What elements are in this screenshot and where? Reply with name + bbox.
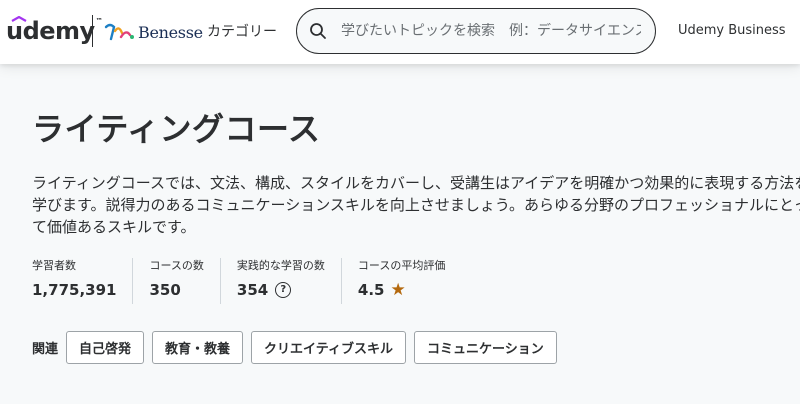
benesse-logo[interactable]: Benesse xyxy=(104,20,203,44)
topic-chip-creative-skills[interactable]: クリエイティブスキル xyxy=(251,331,407,364)
trademark-mark: ™ xyxy=(95,17,103,25)
search-bar[interactable] xyxy=(296,8,656,54)
stat-label: コースの数 xyxy=(149,259,204,272)
benesse-mark-icon xyxy=(104,23,134,41)
stat-label: 学習者数 xyxy=(32,259,76,272)
stat-label: 実践的な学習の数 xyxy=(236,259,325,272)
stat-rating: コースの平均評価 4.5 ★ xyxy=(340,258,461,304)
topic-chip-teaching-academics[interactable]: 教育・教養 xyxy=(152,331,244,364)
related-label: 関連 xyxy=(32,342,59,357)
stat-label: コースの平均評価 xyxy=(357,259,446,272)
top-header: udemy™ Benesse カテゴリー Udemy Business xyxy=(0,0,800,64)
rating-value: 4.5 xyxy=(357,281,385,299)
star-icon: ★ xyxy=(390,279,406,300)
practice-count: 354 xyxy=(236,281,269,299)
question-circle-icon[interactable]: ? xyxy=(275,282,292,298)
stat-courses: コースの数 350 xyxy=(132,258,219,304)
related-topics: 関連 自己啓発 教育・教養 クリエイティブスキル コミュニケーション xyxy=(32,331,565,364)
udemy-business-link[interactable]: Udemy Business xyxy=(678,23,786,38)
topic-chip-communication[interactable]: コミュニケーション xyxy=(414,331,557,364)
stat-value: 350 xyxy=(149,281,203,299)
stat-value: 354 ? xyxy=(237,281,325,299)
stat-practice: 実践的な学習の数 354 ? xyxy=(219,258,341,304)
page-title: ライティングコース xyxy=(32,110,321,148)
categories-menu[interactable]: カテゴリー xyxy=(207,21,277,41)
courses-count: 350 xyxy=(149,281,181,299)
stats-row: 学習者数 1,775,391 コースの数 350 実践的な学習の数 354 ? … xyxy=(32,258,461,304)
search-icon[interactable] xyxy=(309,22,327,40)
logo-divider xyxy=(92,15,93,47)
udemy-accent-icon xyxy=(11,16,27,22)
stat-learners: 学習者数 1,775,391 xyxy=(32,258,132,304)
stat-value: 4.5 ★ xyxy=(358,281,445,299)
topic-chip-personal-development[interactable]: 自己啓発 xyxy=(66,331,145,364)
udemy-logo[interactable]: udemy™ xyxy=(6,16,103,46)
search-input[interactable] xyxy=(341,23,641,39)
stat-value: 1,775,391 xyxy=(32,281,116,299)
page-description: ライティングコースでは、文法、構成、スタイルをカバーし、受講生はアイデアを明確か… xyxy=(32,174,800,236)
benesse-wordmark: Benesse xyxy=(138,22,203,42)
learners-count: 1,775,391 xyxy=(32,281,117,299)
